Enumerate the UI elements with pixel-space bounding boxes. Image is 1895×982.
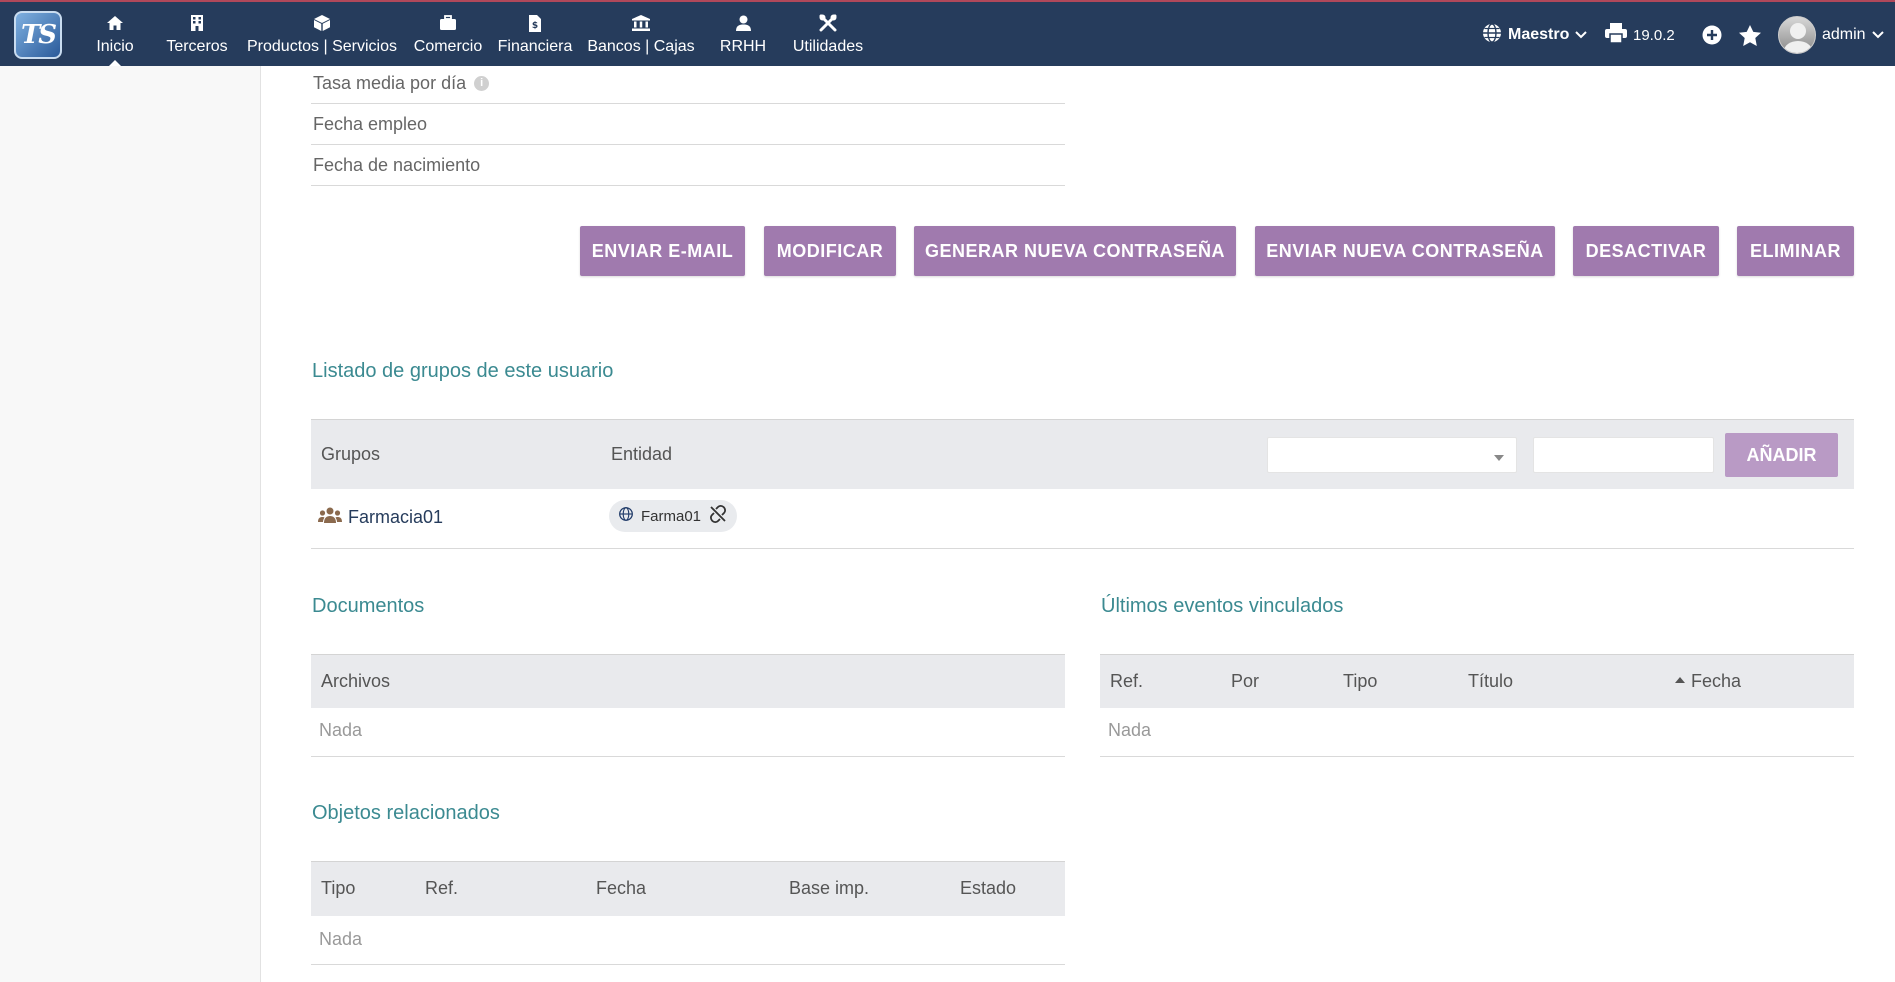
col-groups: Grupos	[321, 444, 381, 464]
col-entity: Entidad	[611, 444, 673, 464]
user-icon	[734, 14, 752, 32]
add-group-button[interactable]: AÑADIR	[1725, 433, 1838, 477]
table-row-border	[311, 756, 1065, 757]
tools-icon	[819, 14, 837, 32]
users-group-icon	[318, 507, 342, 528]
group-select[interactable]	[1267, 437, 1517, 473]
table-row-border	[311, 548, 1854, 549]
events-empty: Nada	[1108, 720, 1152, 740]
avatar	[1778, 16, 1816, 54]
cube-icon	[313, 14, 331, 32]
print-version[interactable]: 19.0.2	[1605, 22, 1675, 48]
menu-item-financiera[interactable]: $ Financiera	[497, 2, 573, 66]
entity-selector[interactable]: Maestro	[1482, 22, 1588, 48]
globe-icon	[619, 507, 633, 525]
field-birth-date: Fecha de nacimiento	[311, 145, 1065, 186]
svg-text:$: $	[532, 21, 538, 31]
building-icon	[188, 14, 206, 32]
printer-icon	[1605, 22, 1627, 48]
delete-button[interactable]: ELIMINAR	[1737, 226, 1854, 276]
related-table-header: Tipo Ref. Fecha Base imp. Estado	[311, 861, 1065, 916]
table-row: Farmacia01	[318, 507, 443, 528]
groups-table-header: Grupos Entidad AÑADIR	[311, 419, 1854, 489]
entity-badge: Farma01	[609, 500, 738, 532]
add-icon[interactable]	[1702, 24, 1722, 46]
groups-table: Grupos Entidad AÑADIR Farmacia01 Farma01	[311, 419, 1854, 549]
col-type: Tipo	[1343, 671, 1378, 691]
documents-table: Archivos Nada	[311, 654, 1065, 757]
col-ref: Ref.	[1110, 671, 1144, 691]
table-row-border	[311, 964, 1065, 965]
groups-section-title: Listado de grupos de este usuario	[312, 360, 614, 382]
invoice-icon: $	[526, 14, 544, 32]
user-menu[interactable]: admin	[1778, 16, 1884, 54]
unlink-icon[interactable]	[709, 505, 727, 527]
menu-item-terceros[interactable]: Terceros	[163, 2, 231, 66]
star-icon[interactable]	[1739, 24, 1761, 46]
deactivate-button[interactable]: DESACTIVAR	[1573, 226, 1719, 276]
col-type: Tipo	[321, 878, 356, 898]
top-navbar: TS Inicio Terceros Productos | Servicios…	[0, 0, 1895, 66]
field-average-daily-rate: Tasa media por día i	[311, 63, 1065, 104]
col-files: Archivos	[321, 671, 391, 691]
menu-item-productos[interactable]: Productos | Servicios	[245, 2, 399, 66]
chevron-down-icon	[1575, 26, 1588, 44]
col-by: Por	[1231, 671, 1260, 691]
menu-item-comercio[interactable]: Comercio	[413, 2, 483, 66]
info-icon[interactable]: i	[474, 75, 490, 91]
sort-asc-icon	[1675, 677, 1685, 684]
send-password-button[interactable]: ENVIAR NUEVA CONTRASEÑA	[1255, 226, 1555, 276]
home-icon	[106, 14, 124, 32]
documents-empty: Nada	[319, 720, 363, 740]
table-row-border	[1100, 756, 1854, 757]
left-sidebar	[0, 66, 261, 982]
related-table: Tipo Ref. Fecha Base imp. Estado Nada	[311, 861, 1065, 965]
events-table-header: Ref. Por Tipo Título Fecha	[1100, 654, 1854, 708]
events-section-title: Últimos eventos vinculados	[1101, 595, 1344, 617]
briefcase-icon	[439, 14, 457, 32]
col-ref: Ref.	[425, 878, 459, 898]
field-employment-date: Fecha empleo	[311, 104, 1065, 145]
menu-item-rrhh[interactable]: RRHH	[719, 2, 767, 66]
menu-item-inicio[interactable]: Inicio	[92, 2, 138, 66]
documents-table-header: Archivos	[311, 654, 1065, 708]
bank-icon	[632, 14, 650, 32]
related-empty: Nada	[319, 929, 363, 949]
globe-icon	[1482, 22, 1502, 48]
col-title: Título	[1468, 671, 1514, 691]
related-section-title: Objetos relacionados	[312, 802, 500, 824]
app-logo[interactable]: TS	[14, 11, 62, 59]
col-tax-base: Base imp.	[789, 878, 870, 898]
menu-item-bancos[interactable]: Bancos | Cajas	[587, 2, 695, 66]
chevron-down-icon	[1871, 26, 1884, 44]
col-date: Fecha	[596, 878, 647, 898]
send-email-button[interactable]: ENVIAR E-MAIL	[580, 226, 745, 276]
group-name-link[interactable]: Farmacia01	[348, 507, 443, 528]
generate-password-button[interactable]: GENERAR NUEVA CONTRASEÑA	[914, 226, 1236, 276]
events-table: Ref. Por Tipo Título Fecha Nada	[1100, 654, 1854, 757]
documents-section-title: Documentos	[312, 595, 425, 617]
entity-input[interactable]	[1533, 437, 1714, 473]
col-status: Estado	[960, 878, 1017, 898]
col-date-sortable[interactable]: Fecha	[1675, 671, 1741, 692]
menu-item-utilidades[interactable]: Utilidades	[791, 2, 865, 66]
modify-button[interactable]: MODIFICAR	[764, 226, 896, 276]
